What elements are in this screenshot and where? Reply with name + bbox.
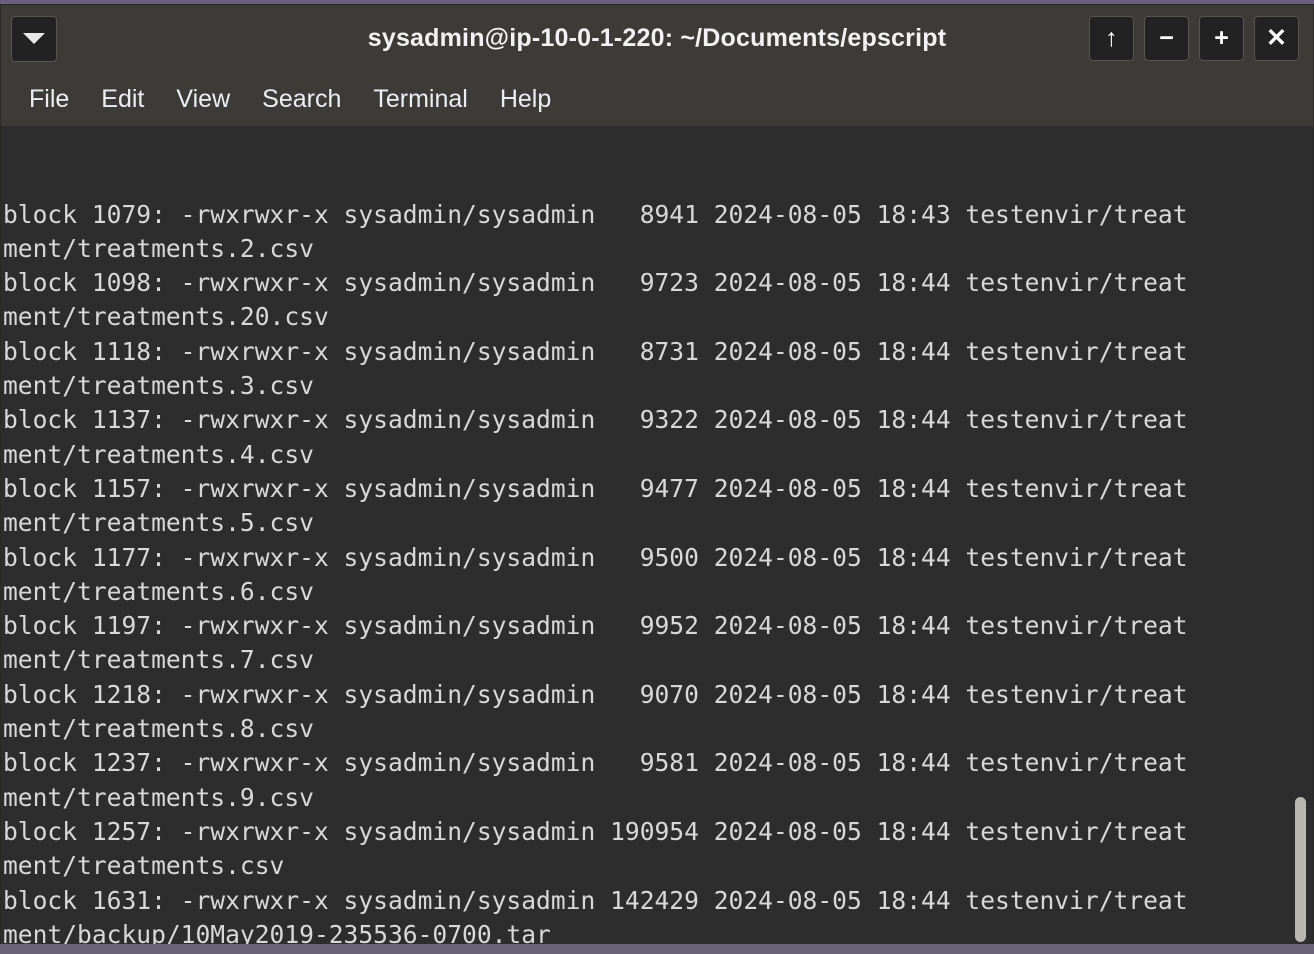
plus-icon: + [1214, 24, 1229, 52]
minus-icon: − [1159, 24, 1174, 52]
terminal-area: block 1079: -rwxrwxr-x sysadmin/sysadmin… [1, 126, 1313, 947]
terminal-line: block 1157: -rwxrwxr-x sysadmin/sysadmin… [3, 473, 1188, 503]
terminal-line: block 1237: -rwxrwxr-x sysadmin/sysadmin… [3, 748, 1188, 778]
terminal-line: block 1137: -rwxrwxr-x sysadmin/sysadmin… [3, 405, 1188, 435]
terminal-line: ment/treatments.2.csv [3, 233, 314, 263]
terminal-scrollbar[interactable] [1287, 126, 1313, 947]
terminal-line: ment/treatments.4.csv [3, 439, 314, 469]
menu-item-help[interactable]: Help [488, 83, 563, 116]
chevron-down-icon [23, 33, 45, 44]
menu-item-edit[interactable]: Edit [89, 83, 156, 116]
terminal-line: block 1118: -rwxrwxr-x sysadmin/sysadmin… [3, 336, 1188, 366]
desktop-background: sysadmin@ip-10-0-1-220: ~/Documents/epsc… [0, 0, 1314, 954]
terminal-line: ment/backup/10May2019-235536-0700.tar [3, 919, 551, 947]
arrow-up-icon: ↑ [1105, 24, 1118, 52]
terminal-scrollbar-thumb[interactable] [1295, 797, 1306, 942]
terminal-line: ment/treatments.csv [3, 851, 285, 881]
window-menu-button[interactable] [11, 15, 57, 62]
terminal-line: ment/treatments.6.csv [3, 576, 314, 606]
close-icon: ✕ [1266, 24, 1287, 52]
window-titlebar: sysadmin@ip-10-0-1-220: ~/Documents/epsc… [1, 5, 1313, 72]
terminal-line: ment/treatments.9.csv [3, 782, 314, 812]
menu-item-file[interactable]: File [17, 83, 81, 116]
menu-item-view[interactable]: View [164, 83, 242, 116]
terminal-line: block 1098: -rwxrwxr-x sysadmin/sysadmin… [3, 268, 1188, 298]
desktop-strip-bottom [0, 944, 1314, 954]
terminal-output[interactable]: block 1079: -rwxrwxr-x sysadmin/sysadmin… [1, 126, 1287, 947]
terminal-line: block 1177: -rwxrwxr-x sysadmin/sysadmin… [3, 542, 1188, 572]
terminal-line: block 1197: -rwxrwxr-x sysadmin/sysadmin… [3, 611, 1188, 641]
terminal-line: ment/treatments.5.csv [3, 508, 314, 538]
terminal-output-lines: block 1079: -rwxrwxr-x sysadmin/sysadmin… [3, 198, 1287, 947]
terminal-window: sysadmin@ip-10-0-1-220: ~/Documents/epsc… [0, 4, 1314, 948]
terminal-line: ment/treatments.3.csv [3, 371, 314, 401]
terminal-line: block 1079: -rwxrwxr-x sysadmin/sysadmin… [3, 199, 1188, 229]
terminal-line: block 1631: -rwxrwxr-x sysadmin/sysadmin… [3, 885, 1188, 915]
terminal-line: ment/treatments.7.csv [3, 645, 314, 675]
terminal-line: ment/treatments.8.csv [3, 714, 314, 744]
maximize-button[interactable]: + [1199, 16, 1244, 61]
menubar: File Edit View Search Terminal Help [1, 72, 1313, 126]
shade-button[interactable]: ↑ [1089, 16, 1134, 61]
terminal-line: block 1218: -rwxrwxr-x sysadmin/sysadmin… [3, 679, 1188, 709]
terminal-line: block 1257: -rwxrwxr-x sysadmin/sysadmin… [3, 816, 1188, 846]
close-button[interactable]: ✕ [1254, 16, 1299, 61]
menu-item-search[interactable]: Search [250, 83, 353, 116]
window-controls: ↑ − + ✕ [1089, 16, 1299, 61]
minimize-button[interactable]: − [1144, 16, 1189, 61]
terminal-line: ment/treatments.20.csv [3, 302, 329, 332]
menu-item-terminal[interactable]: Terminal [361, 83, 479, 116]
